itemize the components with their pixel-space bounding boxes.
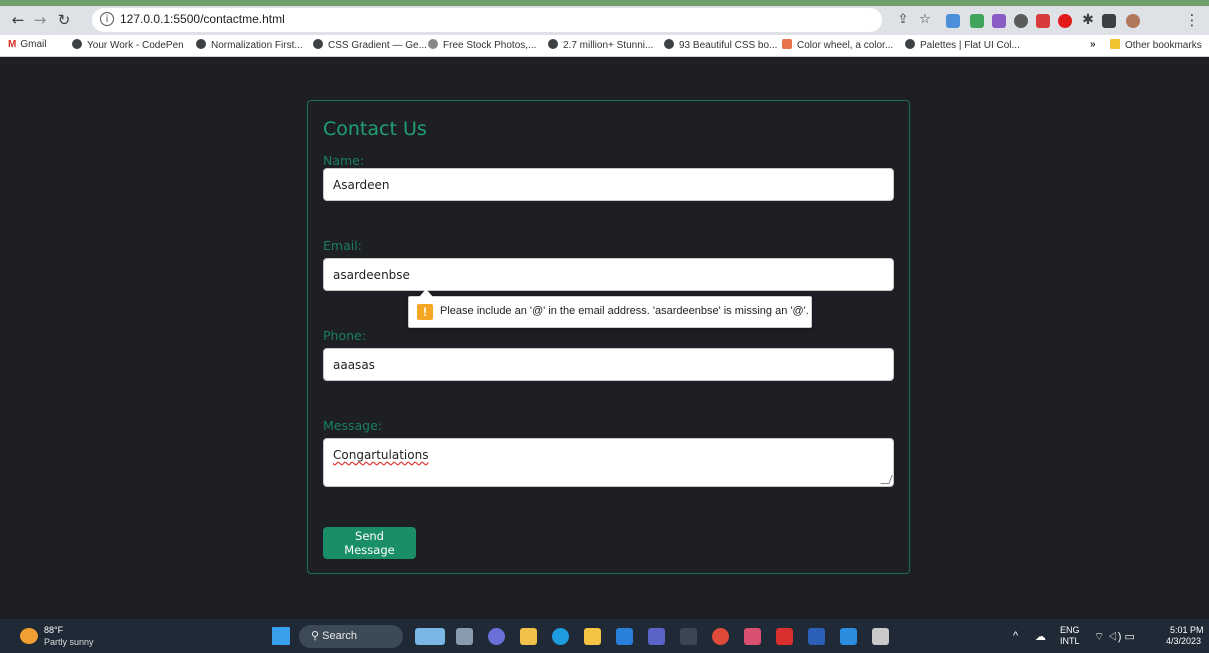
windows-start-icon[interactable] bbox=[272, 627, 290, 645]
windows-taskbar: 88°F Partly sunny ⚲ Search ^ ☁ ENG INTL … bbox=[0, 619, 1209, 653]
partly-sunny-icon bbox=[20, 628, 38, 644]
vscode-icon[interactable] bbox=[840, 628, 857, 645]
globe-icon bbox=[664, 39, 674, 49]
mail-icon[interactable] bbox=[616, 628, 633, 645]
bookmark-css-gradient[interactable]: CSS Gradient — Ge... bbox=[313, 39, 427, 51]
bookmark-other-folder[interactable]: Other bookmarks bbox=[1110, 39, 1202, 51]
temperature: 88°F bbox=[44, 625, 64, 635]
address-bar[interactable]: i 127.0.0.1:5500/contactme.html bbox=[92, 8, 882, 32]
bookmark-codepen[interactable]: Your Work - CodePen bbox=[72, 39, 184, 51]
gmail-icon: M bbox=[8, 39, 17, 50]
codepen-icon bbox=[72, 39, 82, 49]
folder-icon bbox=[1110, 39, 1120, 49]
bookmark-star-icon[interactable]: ☆ bbox=[915, 10, 935, 30]
share-icon[interactable]: ⇪ bbox=[893, 10, 913, 30]
snipping-tool-icon[interactable] bbox=[872, 628, 889, 645]
language-top[interactable]: ENG bbox=[1060, 625, 1080, 635]
validation-message: Please include an '@' in the email addre… bbox=[440, 305, 809, 317]
bookmark-css-borders[interactable]: 93 Beautiful CSS bo... bbox=[664, 39, 777, 51]
word-icon[interactable] bbox=[808, 628, 825, 645]
globe-icon bbox=[905, 39, 915, 49]
pexels-icon bbox=[428, 39, 438, 49]
color-wheel-icon bbox=[782, 39, 792, 49]
bookmark-color-wheel[interactable]: Color wheel, a color... bbox=[782, 39, 893, 51]
extension-icon-4[interactable] bbox=[1014, 14, 1028, 28]
back-arrow-icon[interactable]: ← bbox=[8, 10, 28, 30]
taskbar-search[interactable]: ⚲ Search bbox=[299, 625, 403, 648]
menu-kebab-icon[interactable]: ⋮ bbox=[1182, 10, 1202, 30]
acrobat-icon[interactable] bbox=[776, 628, 793, 645]
task-view-icon[interactable] bbox=[456, 628, 473, 645]
name-input[interactable]: Asardeen bbox=[323, 168, 894, 201]
chrome-icon[interactable] bbox=[712, 628, 729, 645]
extension-icon-1[interactable] bbox=[946, 14, 960, 28]
globe-icon bbox=[196, 39, 206, 49]
chat-icon[interactable] bbox=[488, 628, 505, 645]
extension-icon-2[interactable] bbox=[970, 14, 984, 28]
file-explorer-icon[interactable] bbox=[520, 628, 537, 645]
reload-icon[interactable]: ↻ bbox=[54, 10, 74, 30]
bookmarks-bar: M Gmail Your Work - CodePen Normalization… bbox=[0, 35, 1209, 57]
extension-icon-5[interactable] bbox=[1036, 14, 1050, 28]
page-content: Contact Us Name: Asardeen Email: asardee… bbox=[0, 57, 1209, 619]
form-title: Contact Us bbox=[323, 118, 427, 140]
show-hidden-icons[interactable]: ^ bbox=[1013, 630, 1018, 642]
email-label: Email: bbox=[323, 238, 362, 253]
bookmark-palettes[interactable]: Palettes | Flat UI Col... bbox=[905, 39, 1020, 51]
search-icon-label: ⚲ Search bbox=[311, 630, 357, 642]
message-textarea[interactable]: Congartulations bbox=[323, 438, 894, 487]
forward-arrow-icon[interactable]: → bbox=[30, 10, 50, 30]
terminal-icon[interactable] bbox=[680, 628, 697, 645]
office-icon[interactable] bbox=[744, 628, 761, 645]
email-validation-tooltip: ! Please include an '@' in the email add… bbox=[408, 289, 812, 328]
extensions-puzzle-icon[interactable]: ✱ bbox=[1078, 10, 1098, 30]
bookmark-normalization[interactable]: Normalization First... bbox=[196, 39, 303, 51]
url-text: 127.0.0.1:5500/contactme.html bbox=[120, 12, 285, 26]
profile-avatar[interactable] bbox=[1126, 14, 1140, 28]
resize-handle[interactable] bbox=[880, 475, 893, 484]
sidepanel-icon[interactable] bbox=[1102, 14, 1116, 28]
onedrive-cloud-icon[interactable]: ☁ bbox=[1035, 630, 1046, 643]
extension-icon-3[interactable] bbox=[992, 14, 1006, 28]
site-info-icon[interactable]: i bbox=[100, 12, 114, 26]
bookmark-stunning[interactable]: 2.7 million+ Stunni... bbox=[548, 39, 653, 51]
globe-icon bbox=[313, 39, 323, 49]
opera-icon[interactable] bbox=[1058, 14, 1072, 28]
message-label: Message: bbox=[323, 418, 382, 433]
phone-input[interactable]: aaasas bbox=[323, 348, 894, 381]
email-input[interactable]: asardeenbse bbox=[323, 258, 894, 291]
warning-icon: ! bbox=[417, 304, 433, 320]
wifi-volume-battery-icons[interactable]: ⌔ ◁) ▭ bbox=[1094, 630, 1135, 644]
phone-label: Phone: bbox=[323, 328, 366, 343]
bookmark-gmail[interactable]: M Gmail bbox=[8, 39, 46, 50]
edge-icon[interactable] bbox=[552, 628, 569, 645]
message-text: Congartulations bbox=[333, 448, 429, 462]
globe-icon bbox=[548, 39, 558, 49]
widgets-icon[interactable] bbox=[415, 628, 445, 645]
teams-icon[interactable] bbox=[648, 628, 665, 645]
clock-time[interactable]: 5:01 PM bbox=[1170, 625, 1204, 635]
clock-date[interactable]: 4/3/2023 bbox=[1166, 636, 1201, 646]
name-label: Name: bbox=[323, 153, 365, 168]
language-bottom[interactable]: INTL bbox=[1060, 636, 1080, 646]
weather-description: Partly sunny bbox=[44, 637, 94, 647]
bookmark-stock-photos[interactable]: Free Stock Photos,... bbox=[428, 39, 536, 51]
bookmarks-overflow-chevron[interactable]: » bbox=[1090, 39, 1096, 50]
sticky-notes-icon[interactable] bbox=[584, 628, 601, 645]
browser-toolbar: ← → ↻ i 127.0.0.1:5500/contactme.html ⇪ … bbox=[0, 0, 1209, 35]
send-message-button[interactable]: Send Message bbox=[323, 527, 416, 559]
contact-form: Contact Us Name: Asardeen Email: asardee… bbox=[307, 100, 910, 574]
